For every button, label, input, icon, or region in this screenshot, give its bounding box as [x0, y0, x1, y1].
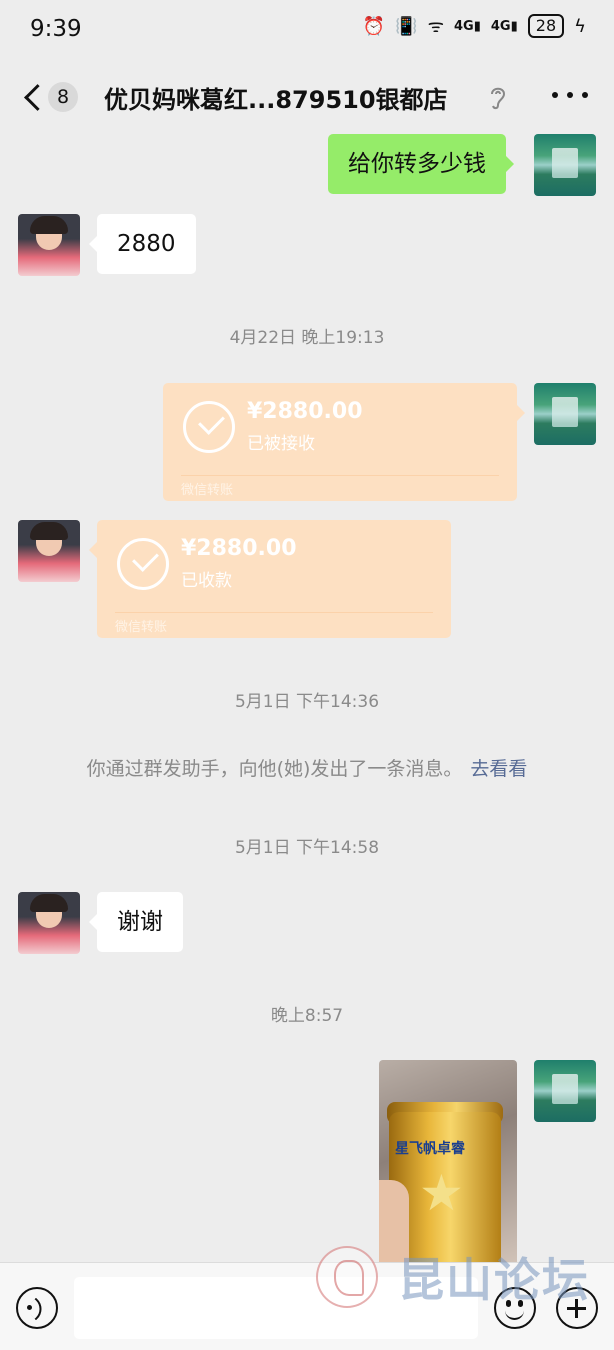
hand	[379, 1180, 409, 1270]
transfer-amount: ¥2880.00	[181, 536, 297, 561]
charging-icon: ϟ	[574, 15, 586, 37]
more-options-icon[interactable]	[552, 92, 588, 102]
avatar-peer[interactable]	[18, 520, 80, 582]
transfer-source: 微信转账	[181, 483, 234, 498]
message-bubble-self[interactable]: 给你转多少钱	[328, 134, 514, 194]
status-time: 9:39	[30, 16, 82, 42]
chat-title: 优贝妈咪葛红...879510银都店	[104, 86, 448, 114]
alarm-icon: ⏰	[362, 15, 386, 37]
avatar-peer[interactable]	[18, 892, 80, 954]
ear-icon	[491, 87, 506, 110]
vibrate-icon: 📳	[395, 15, 418, 37]
system-notice: 你通过群发助手，向他(她)发出了一条消息。 去看看	[0, 754, 614, 781]
transfer-status: 已被接收	[247, 434, 315, 454]
input-bar	[0, 1262, 614, 1350]
battery-icon: 28	[527, 14, 565, 38]
avatar-self[interactable]	[534, 383, 596, 445]
plus-icon[interactable]	[556, 1287, 598, 1329]
transfer-card-sent[interactable]: ¥2880.00 已被接收 微信转账	[163, 383, 525, 501]
avatar-peer[interactable]	[18, 214, 80, 276]
timestamp: 4月22日 晚上19:13	[229, 328, 385, 348]
transfer-card-received[interactable]: ¥2880.00 已收款 微信转账	[89, 520, 451, 638]
check-circle-icon	[117, 538, 169, 590]
check-circle-icon	[183, 401, 235, 453]
status-bar: 9:39 ⏰ 📳 ᯤ 4G▮ 4G▮ 28 ϟ	[0, 0, 614, 62]
message-input[interactable]	[74, 1277, 478, 1339]
status-icons: ⏰ 📳 ᯤ 4G▮ 4G▮ 28 ϟ	[363, 14, 586, 38]
message-bubble-peer[interactable]: 谢谢	[89, 892, 183, 952]
timestamp: 晚上8:57	[270, 1006, 344, 1026]
view-link[interactable]: 去看看	[470, 758, 527, 780]
signal-1-icon: 4G▮	[454, 18, 481, 34]
avatar-self[interactable]	[534, 134, 596, 196]
signal-1-label: 4G	[454, 18, 474, 34]
transfer-status: 已收款	[181, 571, 232, 591]
divider	[115, 612, 433, 613]
divider	[181, 475, 499, 476]
message-bubble-peer[interactable]: 2880	[89, 214, 196, 274]
wifi-icon: ᯤ	[427, 16, 445, 37]
chat-header: 8 优贝妈咪葛红...879510银都店	[0, 62, 614, 132]
notice-text: 你通过群发助手，向他(她)发出了一条消息。	[86, 758, 463, 780]
star-icon: ★	[419, 1164, 464, 1222]
back-icon[interactable]	[20, 82, 46, 112]
timestamp: 5月1日 下午14:58	[234, 838, 380, 858]
emoji-icon[interactable]	[494, 1287, 536, 1329]
avatar-self[interactable]	[534, 1060, 596, 1122]
signal-2-label: 4G	[490, 18, 511, 34]
unread-badge[interactable]: 8	[48, 82, 78, 112]
transfer-amount: ¥2880.00	[247, 399, 363, 424]
transfer-source: 微信转账	[115, 620, 168, 635]
timestamp: 5月1日 下午14:36	[234, 692, 380, 712]
signal-2-icon: 4G▮	[490, 18, 518, 34]
can-brand-text: 星飞帆卓睿	[395, 1141, 465, 1157]
voice-input-icon[interactable]	[16, 1287, 58, 1329]
image-message[interactable]: 星飞帆卓睿 ★	[379, 1060, 517, 1270]
